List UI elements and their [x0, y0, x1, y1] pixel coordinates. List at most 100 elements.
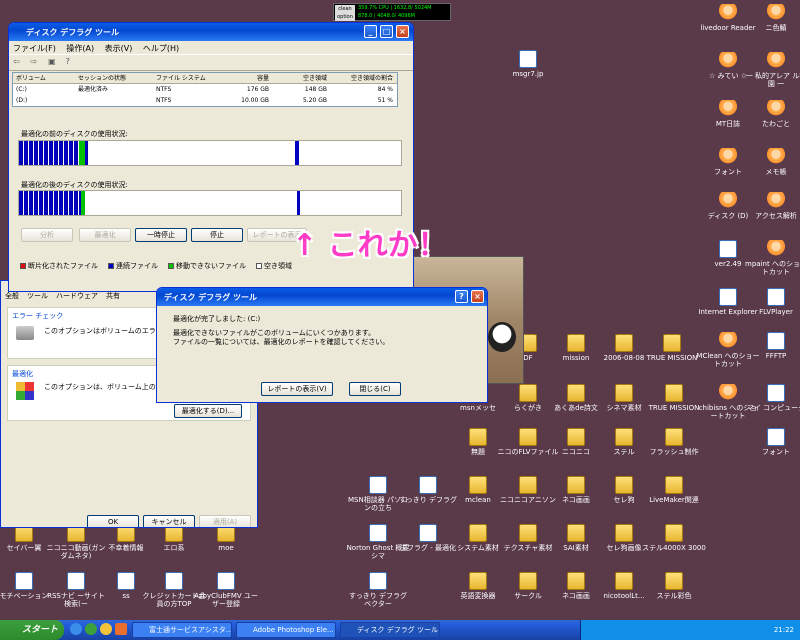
perf-meter: clean option 359.7% CPU | 1632.8/ 5024M …	[333, 3, 451, 21]
desktop-icon[interactable]: TRUE MISSION	[642, 384, 706, 412]
character-icon	[719, 192, 737, 210]
shortcut-icon	[767, 428, 785, 446]
desktop-icon-label: AzbyClubFMV ユーザー登録	[194, 592, 258, 608]
tab-general[interactable]: 全般	[5, 291, 19, 301]
desktop-icon[interactable]: 一 私的アレア ル学園 一	[744, 52, 800, 88]
dialog-help-button[interactable]: ?	[455, 290, 468, 303]
character-icon	[767, 100, 785, 118]
perf-row-2: 878.0 | 4048.0/ 4096M	[358, 13, 415, 19]
volume-capacity: 10.00 GB	[241, 97, 269, 104]
clock[interactable]: 21:22	[774, 626, 794, 634]
smile-quicklaunch-icon[interactable]	[100, 623, 112, 635]
col-capacity[interactable]: 容量	[219, 73, 273, 83]
dialog-close-icon[interactable]: ×	[471, 290, 484, 303]
folder-icon	[615, 572, 633, 590]
desktop-icon[interactable]: TRUE MISSION	[640, 334, 704, 362]
dialog-report-button[interactable]: レポートの表示(V)	[261, 382, 333, 396]
media-quicklaunch-icon[interactable]	[115, 623, 127, 635]
shortcut-icon	[419, 476, 437, 494]
ie-quicklaunch-icon[interactable]	[70, 623, 82, 635]
stop-button[interactable]: 停止	[191, 228, 243, 242]
folder-icon	[615, 334, 633, 352]
menu-action[interactable]: 操作(A)	[66, 44, 94, 53]
cancel-button[interactable]: キャンセル	[143, 515, 195, 527]
desktop-icon[interactable]: AzbyClubFMV ユーザー登録	[194, 572, 258, 608]
defrag-button[interactable]: 最適化	[79, 228, 131, 242]
folder-icon	[469, 428, 487, 446]
back-icon[interactable]: ⇦	[13, 57, 25, 67]
desktop-icon[interactable]: FFFTP	[744, 332, 800, 360]
messenger-quicklaunch-icon[interactable]	[85, 623, 97, 635]
menu-help[interactable]: ヘルプ(H)	[143, 44, 179, 53]
col-pct[interactable]: 空き領域の割合	[331, 73, 397, 83]
col-fs[interactable]: ファイル システム	[153, 73, 219, 83]
desktop-icon[interactable]: メモ帳	[744, 148, 800, 176]
minimize-button[interactable]: _	[364, 25, 377, 38]
desktop-icon-label: ニ色鯖	[765, 24, 787, 32]
task-fujitsu[interactable]: 富士通サービスアシスタ...	[132, 622, 232, 638]
desktop-icon[interactable]: FLVPlayer	[744, 288, 800, 316]
dialog-titlebar[interactable]: ディスク デフラグ ツール ? ×	[157, 288, 487, 306]
start-button[interactable]: スタート	[0, 620, 64, 640]
desktop-icon-label: フォント	[762, 448, 790, 456]
folder-icon	[665, 524, 683, 542]
ok-button[interactable]: OK	[87, 515, 139, 527]
pause-button[interactable]: 一時停止	[135, 228, 187, 242]
desktop-icon[interactable]: マイ コンピュータ	[744, 384, 800, 412]
desktop-icon[interactable]: moe	[194, 524, 258, 552]
maximize-button[interactable]: □	[380, 25, 393, 38]
defrag-now-button[interactable]: 最適化する(D)...	[174, 404, 242, 418]
folder-icon	[519, 428, 537, 446]
col-free[interactable]: 空き領域	[273, 73, 331, 83]
folder-icon	[567, 476, 585, 494]
perf-clean-button[interactable]: clean	[335, 5, 355, 13]
legend-item: 移動できないファイル	[168, 261, 246, 271]
table-row[interactable]: (C:) 最適化済み NTFS 176 GB 148 GB 84 %	[13, 84, 397, 95]
desktop-icon[interactable]: msgr7.jp	[496, 50, 560, 78]
desktop-icon[interactable]: たわごと	[744, 100, 800, 128]
task-defrag[interactable]: ディスク デフラグ ツール	[340, 622, 440, 638]
tab-sharing[interactable]: 共有	[106, 291, 120, 301]
legend-fragmented-swatch	[20, 263, 26, 269]
desktop-icon[interactable]: ステル彩色	[642, 572, 706, 600]
defrag-titlebar[interactable]: ディスク デフラグ ツール _ □ ×	[9, 23, 413, 41]
volume-free: 5.20 GB	[302, 97, 327, 104]
desktop-icon[interactable]: すっきり デフラグ ベクター	[346, 572, 410, 608]
table-row[interactable]: (D:) NTFS 10.00 GB 5.20 GB 51 %	[13, 95, 397, 106]
folder-icon	[519, 572, 537, 590]
desktop-icon-label: TRUE MISSION	[646, 354, 698, 362]
desktop-icon[interactable]: ニ色鯖	[744, 4, 800, 32]
desktop-icon[interactable]: アクセス解析	[744, 192, 800, 220]
shortcut-icon	[519, 50, 537, 68]
tab-hardware[interactable]: ハードウェア	[56, 291, 98, 301]
tab-tools[interactable]: ツール	[27, 291, 48, 301]
col-status[interactable]: セッションの状態	[75, 73, 153, 83]
desktop-icon[interactable]: ステル4000X 3000	[642, 524, 706, 552]
task-photoshop[interactable]: Adobe Photoshop Ele...	[236, 622, 336, 638]
menu-view[interactable]: 表示(V)	[105, 44, 133, 53]
desktop-icon-label: FLVPlayer	[759, 308, 793, 316]
desktop-icon[interactable]: フォント	[744, 428, 800, 456]
perf-option-button[interactable]: option	[335, 13, 355, 21]
character-icon	[719, 148, 737, 166]
properties-tabs: 全般 ツール ハードウェア 共有	[5, 291, 120, 301]
desktop-icon[interactable]: mpaint へのショートカット	[744, 240, 800, 276]
completion-dialog: ディスク デフラグ ツール ? × 最適化が完了しました: (C:) 最適化でき…	[156, 287, 488, 403]
analyze-button[interactable]: 分析	[21, 228, 73, 242]
legend-unmovable-swatch	[168, 263, 174, 269]
desktop-icon[interactable]: LiveMaker関連	[642, 476, 706, 504]
legend-label: 空き領域	[264, 262, 292, 270]
desktop-icon[interactable]: フラッシュ制作	[642, 428, 706, 456]
dialog-close-button[interactable]: 閉じる(C)	[349, 382, 401, 396]
apply-button[interactable]: 適用(A)	[199, 515, 251, 527]
close-button[interactable]: ×	[396, 25, 409, 38]
toolbar: ⇦ ⇨ ▣ ?	[9, 55, 413, 71]
menu-file[interactable]: ファイル(F)	[13, 44, 56, 53]
shortcut-icon	[117, 572, 135, 590]
console-icon[interactable]: ▣	[48, 57, 60, 67]
forward-icon[interactable]: ⇨	[31, 57, 43, 67]
shortcut-icon	[767, 384, 785, 402]
col-volume[interactable]: ボリューム	[13, 73, 75, 83]
defrag-group-title: 最適化	[12, 370, 33, 378]
help-icon[interactable]: ?	[66, 57, 78, 67]
